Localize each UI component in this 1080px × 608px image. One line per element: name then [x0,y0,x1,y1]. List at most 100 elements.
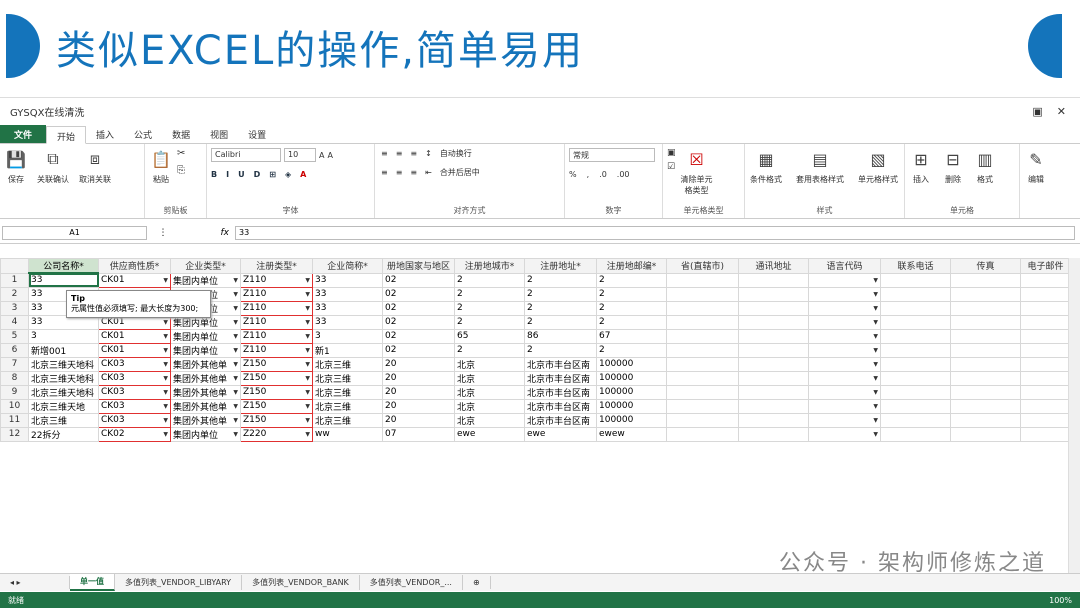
column-header[interactable]: 语言代码 [808,258,881,274]
table-cell[interactable]: 北京 [454,412,525,428]
table-cell[interactable] [808,272,881,288]
table-cell[interactable]: 集团外其他单 [170,398,241,414]
table-cell[interactable] [880,300,951,316]
table-cell[interactable] [880,342,951,358]
table-cell[interactable]: 2 [596,342,667,358]
formula-input[interactable]: 33 [235,225,1075,240]
table-cell[interactable]: 北京三维天地科 [28,356,99,372]
table-cell[interactable] [1020,342,1071,358]
table-cell[interactable] [738,342,809,358]
table-cell[interactable]: 33 [312,314,383,330]
table-cell[interactable]: 02 [382,314,455,330]
table-cell[interactable]: Z110 [240,286,313,302]
table-cell[interactable]: 22拆分 [28,426,99,442]
column-header[interactable]: 册地国家与地区 [382,258,455,274]
table-cell[interactable]: 北京三维 [312,398,383,414]
table-cell[interactable] [1020,272,1071,288]
sheet-tab-more[interactable]: 多值列表_VENDOR_... [360,575,463,590]
table-cell[interactable]: 北京市丰台区南 [524,356,597,372]
table-cell[interactable]: 北京三维 [312,384,383,400]
table-cell[interactable]: CK03 [98,356,171,372]
row-header[interactable]: 8 [0,370,29,386]
table-cell[interactable]: 65 [454,328,525,344]
table-cell[interactable]: CK03 [98,412,171,428]
table-cell[interactable] [950,300,1021,316]
row-header[interactable]: 1 [0,272,29,288]
table-cell[interactable]: ewew [596,426,667,442]
table-cell[interactable] [808,300,881,316]
table-cell[interactable] [880,272,951,288]
more-icon[interactable]: ⋮ [153,228,173,238]
table-cell[interactable]: 2 [596,300,667,316]
table-cell[interactable]: 新1 [312,342,383,358]
table-cell[interactable]: CK01 [98,328,171,344]
table-cell[interactable] [950,426,1021,442]
add-sheet-icon[interactable]: ⊕ [463,576,491,589]
table-cell[interactable] [666,300,739,316]
table-cell[interactable] [808,398,881,414]
table-cell[interactable]: 20 [382,370,455,386]
increase-decimal-icon[interactable]: .0 [599,170,607,179]
table-cell[interactable]: ewe [454,426,525,442]
table-cell[interactable]: 集团内单位 [170,272,241,288]
table-cell[interactable] [666,398,739,414]
row-header[interactable]: 10 [0,398,29,414]
table-cell[interactable] [808,426,881,442]
table-cell[interactable] [950,286,1021,302]
font-color-icon[interactable]: A [300,170,306,179]
table-cell[interactable]: 北京 [454,398,525,414]
table-cell[interactable]: 100000 [596,412,667,428]
table-cell[interactable] [738,272,809,288]
table-cell[interactable]: CK03 [98,384,171,400]
align-center-icon[interactable]: ≡ [396,168,403,177]
table-cell[interactable]: 集团外其他单 [170,412,241,428]
table-cell[interactable] [950,272,1021,288]
column-header[interactable]: 供应商性质* [98,258,171,274]
orientation-icon[interactable]: ↕ [425,149,432,158]
table-cell[interactable]: 2 [454,272,525,288]
table-cell[interactable] [666,328,739,344]
table-cell[interactable]: Z150 [240,412,313,428]
table-cell[interactable]: 67 [596,328,667,344]
table-cell[interactable] [738,384,809,400]
corner-cell[interactable] [0,258,29,274]
border-icon[interactable]: ⊞ [269,170,276,179]
restore-icon[interactable]: ▣ [1032,105,1042,118]
table-cell[interactable]: ewe [524,426,597,442]
font-size-select[interactable]: 10 [284,148,316,162]
row-header[interactable]: 2 [0,286,29,302]
table-cell[interactable]: 20 [382,398,455,414]
table-cell[interactable] [808,314,881,330]
table-cell[interactable]: ww [312,426,383,442]
table-cell[interactable]: 02 [382,286,455,302]
table-cell[interactable]: 2 [454,342,525,358]
table-cell[interactable]: 北京三维 [312,370,383,386]
table-cell[interactable] [1020,426,1071,442]
table-cell[interactable]: Z150 [240,370,313,386]
merge-center-button[interactable]: 合并后居中 [440,167,480,178]
table-cell[interactable] [880,286,951,302]
copy-icon[interactable]: ⎘ [177,165,185,176]
table-cell[interactable] [666,412,739,428]
column-header[interactable]: 省(直辖市) [666,258,739,274]
table-cell[interactable]: 北京三维天地科 [28,370,99,386]
sheet-tab-bank[interactable]: 多值列表_VENDOR_BANK [242,575,360,590]
table-cell[interactable]: Z110 [240,328,313,344]
table-cell[interactable]: 20 [382,412,455,428]
table-cell[interactable]: 集团外其他单 [170,384,241,400]
table-cell[interactable]: 02 [382,328,455,344]
table-cell[interactable] [808,412,881,428]
table-cell[interactable]: 20 [382,356,455,372]
table-cell[interactable]: 2 [454,286,525,302]
table-cell[interactable]: 86 [524,328,597,344]
table-cell[interactable]: Z110 [240,300,313,316]
table-cell[interactable]: 集团内单位 [170,328,241,344]
table-cell[interactable] [1020,398,1071,414]
table-cell[interactable] [666,356,739,372]
table-cell[interactable] [950,412,1021,428]
table-cell[interactable]: Z110 [240,314,313,330]
table-cell[interactable]: CK03 [98,398,171,414]
table-cell[interactable] [1020,370,1071,386]
column-header[interactable]: 企业类型* [170,258,241,274]
row-header[interactable]: 11 [0,412,29,428]
